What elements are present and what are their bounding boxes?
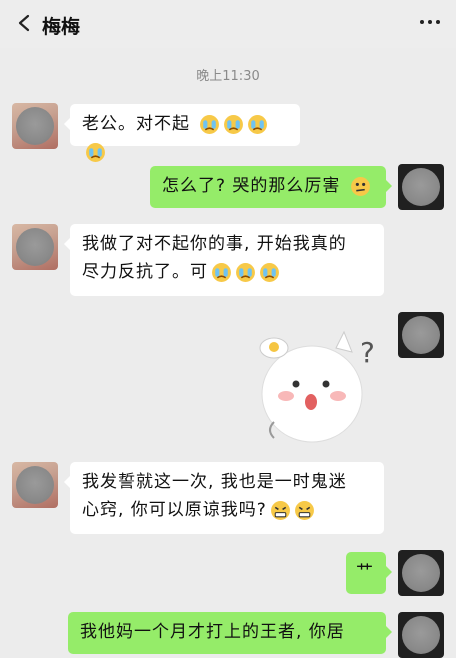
user-avatar[interactable] (398, 312, 444, 358)
sticker-question-mark: ? (360, 336, 375, 369)
message-text: 老公。对不起 (82, 114, 190, 134)
contact-name: 梅梅 (42, 16, 81, 38)
sent-message-bubble[interactable]: 我他妈一个月才打上的王者, 你居 (68, 612, 392, 654)
crying-face-icon (86, 142, 105, 162)
received-message-bubble[interactable]: 我做了对不起你的事, 开始我真的 尽力反抗了。可 (64, 224, 384, 296)
message-text: 艹 (356, 562, 374, 582)
user-avatar[interactable] (398, 612, 444, 658)
message-text-line: 心窍, 你可以原谅我吗? (82, 500, 267, 520)
message-text: 怎么了? 哭的那么厉害 (162, 176, 341, 196)
crying-face-icon (224, 114, 244, 134)
user-avatar[interactable] (398, 550, 444, 596)
puzzled-face-icon (350, 176, 370, 196)
crying-face-icon (260, 262, 279, 282)
received-message-bubble[interactable]: 我发誓就这一次, 我也是一时鬼迷 心窍, 你可以原谅我吗? (64, 462, 384, 534)
message-text-line: 尽力反抗了。可 (82, 262, 208, 282)
confused-cat-sticker[interactable]: ? (244, 322, 384, 450)
crying-face-icon (236, 262, 255, 282)
contact-avatar[interactable] (12, 103, 58, 149)
ellipsis-icon[interactable] (420, 20, 440, 24)
message-timestamp: 晚上11:30 (196, 69, 260, 84)
message-text-line: 我做了对不起你的事, 开始我真的 (82, 234, 347, 254)
sent-message-bubble[interactable]: 艹 (346, 552, 392, 594)
chat-header: 梅梅 (0, 0, 456, 48)
message-text: 我他妈一个月才打上的王者, 你居 (80, 622, 345, 642)
received-message-bubble[interactable]: 老公。对不起 (64, 104, 300, 162)
crying-face-icon (248, 114, 268, 134)
chevron-left-icon[interactable] (14, 13, 34, 33)
crying-face-icon (212, 262, 231, 282)
crying-face-icon (200, 114, 220, 134)
user-avatar[interactable] (398, 164, 444, 210)
grimace-face-icon (270, 500, 290, 520)
message-text-line: 我发誓就这一次, 我也是一时鬼迷 (82, 472, 347, 492)
sent-message-bubble[interactable]: 怎么了? 哭的那么厉害 (150, 166, 392, 208)
contact-avatar[interactable] (12, 462, 58, 508)
grimace-face-icon (294, 500, 314, 520)
contact-avatar[interactable] (12, 224, 58, 270)
